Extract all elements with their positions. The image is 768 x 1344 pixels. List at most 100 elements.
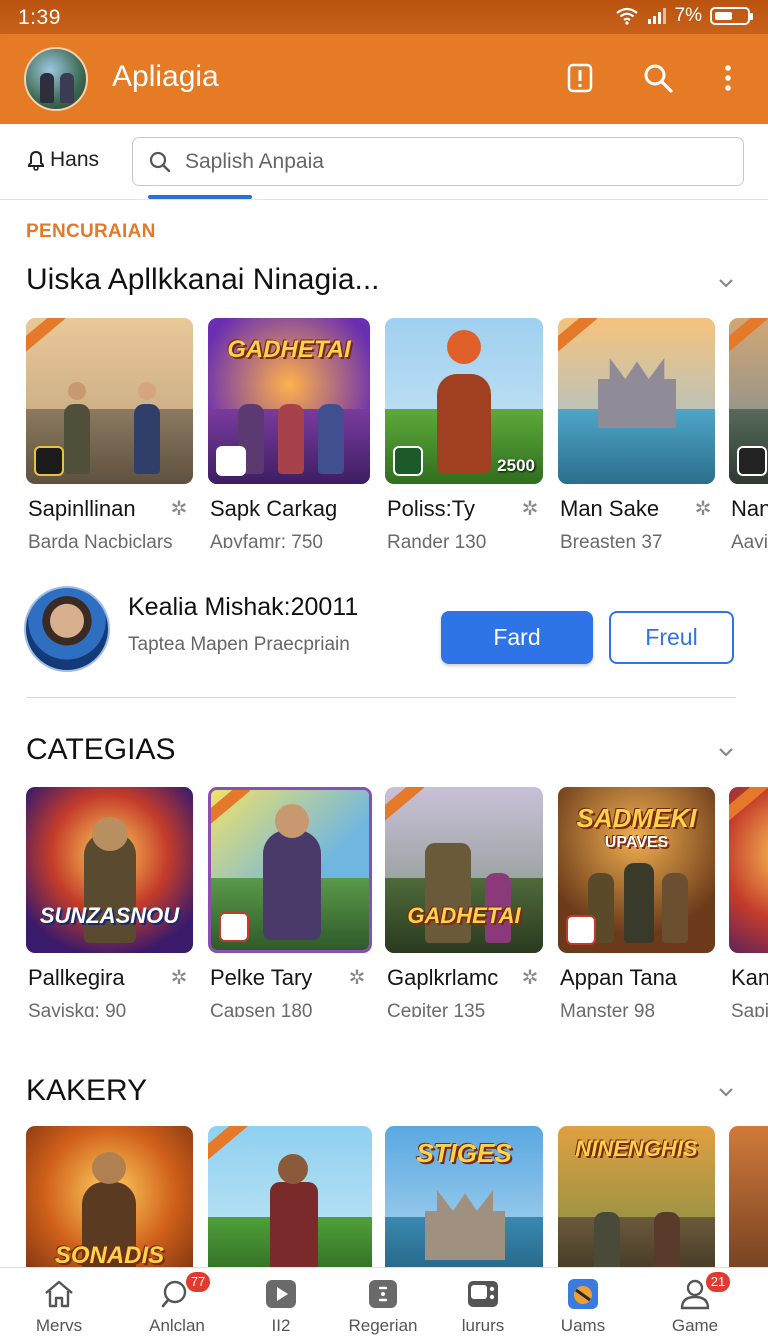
game-app-icon xyxy=(568,1279,598,1309)
bell-icon xyxy=(27,150,45,171)
battery-icon xyxy=(710,7,753,25)
filter-row: Hans Saplish Anpaia xyxy=(0,124,768,200)
categories-carousel[interactable]: SUNZASNOU Pallkegira ✲ Sayiskg: 90 Pelke… xyxy=(0,787,768,1017)
kakery-carousel[interactable]: SONADIS STIGES NINENGHIS xyxy=(0,1126,768,1267)
app-thumbnail xyxy=(208,1126,372,1267)
app-thumbnail: SONADIS xyxy=(26,1126,193,1267)
app-name: Nan xyxy=(731,496,768,521)
app-thumbnail: STIGES xyxy=(385,1126,543,1267)
bottom-navigation: Mervs 77 Anlclan II2 Regerian lururs Uam… xyxy=(0,1267,768,1344)
more-vert-icon xyxy=(725,65,731,91)
profile-name: Kealia Mishak:20011 xyxy=(128,593,359,621)
primary-button[interactable]: Fard xyxy=(441,611,593,664)
app-bar: Apliagia xyxy=(0,34,768,124)
search-icon xyxy=(149,151,171,172)
notification-badge: 77 xyxy=(186,1272,210,1292)
thumbnail-subbanner: UPAVES xyxy=(604,834,669,851)
thumbnail-banner: SONADIS xyxy=(54,1242,165,1268)
nav-item-uams[interactable]: Uams xyxy=(528,1268,638,1344)
app-thumbnail: GADHETAI xyxy=(385,787,543,953)
chevron-down-icon[interactable] xyxy=(718,1084,734,1100)
app-name: Appan Tana xyxy=(560,965,678,990)
notification-badge: 21 xyxy=(706,1272,730,1292)
nav-label: Anlclan xyxy=(149,1316,205,1335)
section-title-categories: CATEGIAS xyxy=(26,733,176,766)
thumbnail-banner: SUNZASNOU xyxy=(39,903,180,928)
app-name: Sapinllinan xyxy=(28,496,136,521)
filter-chip[interactable]: Hans xyxy=(24,148,99,172)
nav-label: II2 xyxy=(271,1316,291,1335)
app-thumbnail xyxy=(729,787,768,953)
divider xyxy=(26,697,736,698)
settings-icon[interactable]: ✲ xyxy=(346,967,368,989)
app-subtitle: Manster 98 xyxy=(560,1001,656,1017)
chevron-down-icon[interactable] xyxy=(718,275,734,291)
status-icons: 7% xyxy=(615,5,753,27)
app-name: Gaplkrlamc xyxy=(387,965,499,990)
app-thumbnail: 2500 xyxy=(385,318,543,484)
thumbnail-banner: GADHETAI xyxy=(407,903,521,928)
tab-indicator xyxy=(148,195,252,199)
app-name: Pelke Tary xyxy=(210,965,313,990)
app-name: Kan xyxy=(731,965,768,990)
more-button[interactable] xyxy=(708,58,748,98)
status-bar: 1:39 7% xyxy=(0,0,768,34)
app-name: Poliss:Ty xyxy=(387,496,476,521)
settings-icon[interactable]: ✲ xyxy=(692,498,714,520)
signal-icon xyxy=(647,8,666,24)
play-icon xyxy=(266,1280,296,1308)
wifi-icon xyxy=(615,7,638,25)
app-thumbnail: SADMEKI UPAVES xyxy=(558,787,715,953)
app-subtitle: Aayi xyxy=(731,532,768,548)
info-icon xyxy=(567,63,593,93)
filter-chip-label: Hans xyxy=(50,148,100,171)
app-name: Man Sake xyxy=(560,496,660,521)
info-button[interactable] xyxy=(560,58,600,98)
nav-item-apps[interactable]: Regerian xyxy=(328,1268,438,1344)
app-thumbnail xyxy=(729,318,768,484)
chevron-down-icon[interactable] xyxy=(718,744,734,760)
featured-carousel[interactable]: Sapinllinan ✲ Barda Nacbiclars GADHETAI … xyxy=(0,318,768,548)
settings-icon[interactable]: ✲ xyxy=(168,498,190,520)
nav-label: Game xyxy=(671,1316,719,1335)
avatar[interactable] xyxy=(24,586,110,672)
thumbnail-banner: SADMEKI xyxy=(576,803,697,833)
app-subtitle: Apyfamr: 750 xyxy=(210,532,323,548)
nav-item-profile[interactable]: 21 Game xyxy=(640,1268,750,1344)
nav-item-play[interactable]: II2 xyxy=(226,1268,336,1344)
app-subtitle: Rander 130 xyxy=(387,532,487,548)
nav-label: lururs xyxy=(461,1316,505,1335)
app-name: Sapk Carkag xyxy=(210,496,338,521)
nav-label: Regerian xyxy=(348,1316,418,1335)
thumbnail-banner: NINENGHIS xyxy=(575,1136,698,1161)
app-logo[interactable] xyxy=(24,47,88,111)
section-kicker: PENCURAIAN xyxy=(26,221,156,242)
nav-item-search[interactable]: 77 Anlclan xyxy=(122,1268,232,1344)
gamepad-icon xyxy=(468,1281,498,1307)
app-subtitle: Cepiter 135 xyxy=(387,1001,486,1017)
nav-item-games[interactable]: lururs xyxy=(428,1268,538,1344)
app-thumbnail xyxy=(558,318,715,484)
nav-label: Uams xyxy=(560,1316,606,1335)
section-title-kakery: KAKERY xyxy=(26,1074,148,1107)
thumbnail-banner: STIGES xyxy=(416,1138,512,1168)
settings-icon[interactable]: ✲ xyxy=(519,498,541,520)
secondary-button[interactable]: Freul xyxy=(609,611,734,664)
home-icon xyxy=(45,1280,73,1308)
search-field[interactable]: Saplish Anpaia xyxy=(132,137,744,186)
app-thumbnail: SUNZASNOU xyxy=(26,787,193,953)
app-subtitle: Breasten 37 xyxy=(560,532,663,548)
settings-icon[interactable]: ✲ xyxy=(519,967,541,989)
search-button[interactable] xyxy=(638,58,678,98)
battery-percent: 7% xyxy=(674,5,702,26)
settings-icon[interactable]: ✲ xyxy=(168,967,190,989)
apps-icon xyxy=(369,1280,397,1308)
nav-label: Mervs xyxy=(35,1316,83,1335)
section-title-featured: Uiska Apllkkanai Ninagia... xyxy=(26,263,380,296)
app-subtitle: Barda Nacbiclars xyxy=(28,532,173,548)
app-thumbnail xyxy=(208,787,372,953)
app-thumbnail: NINENGHIS xyxy=(558,1126,715,1267)
nav-item-home[interactable]: Mervs xyxy=(4,1268,114,1344)
install-count: 2500 xyxy=(497,456,535,475)
app-thumbnail: GADHETAI xyxy=(208,318,370,484)
